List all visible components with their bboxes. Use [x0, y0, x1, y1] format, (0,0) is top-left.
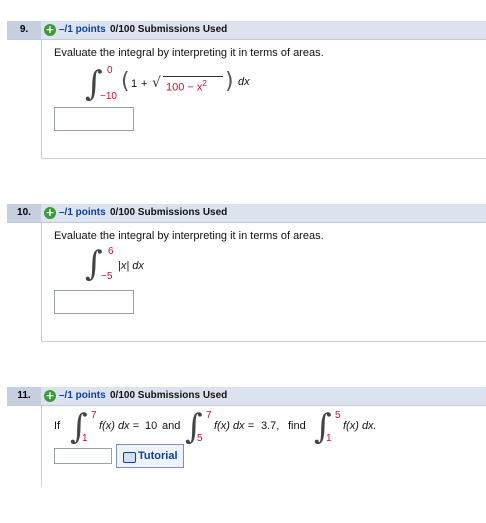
- answer-input[interactable]: [54, 290, 134, 314]
- question-prompt: Evaluate the integral by interpreting it…: [54, 47, 324, 59]
- expand-plus-icon[interactable]: +: [44, 24, 56, 36]
- left-paren: (: [121, 69, 130, 94]
- int3-upper-limit: 5: [335, 410, 341, 421]
- question-number: 10.: [7, 204, 41, 222]
- submissions-label: 0/100 Submissions Used: [110, 24, 228, 35]
- int2-value: 3.7,: [261, 420, 280, 432]
- int2-upper-limit: 7: [206, 410, 212, 421]
- question-9: 9. + –/1 points 0/100 Submissions Used E…: [7, 21, 486, 159]
- expand-plus-icon[interactable]: +: [44, 390, 56, 402]
- question-header: 10. + –/1 points 0/100 Submissions Used: [7, 204, 486, 223]
- question-body: If ∫ 7 1 f(x) dx = 10 and ∫ 7 5 f(x) dx …: [41, 406, 486, 487]
- plus-sign: +: [141, 78, 148, 90]
- question-11: 11. + –/1 points 0/100 Submissions Used …: [7, 387, 486, 487]
- int1-lower-limit: 1: [82, 433, 88, 444]
- expand-plus-icon[interactable]: +: [44, 207, 56, 219]
- and-label: and: [162, 420, 181, 432]
- int1-value: 10: [145, 420, 158, 432]
- submissions-label: 0/100 Submissions Used: [110, 390, 228, 401]
- answer-input[interactable]: [54, 107, 134, 131]
- find-label: find: [288, 420, 306, 432]
- integrand: |x| dx: [118, 260, 144, 272]
- upper-limit: 0: [107, 65, 113, 76]
- question-body: Evaluate the integral by interpreting it…: [41, 40, 486, 159]
- int1-body: f(x) dx =: [99, 420, 140, 432]
- answer-input[interactable]: [54, 448, 112, 464]
- question-header: 11. + –/1 points 0/100 Submissions Used: [7, 387, 486, 406]
- question-number: 11.: [7, 387, 41, 405]
- question-number: 9.: [7, 21, 41, 39]
- integrand-one: 1: [131, 78, 138, 90]
- question-body: Evaluate the integral by interpreting it…: [41, 223, 486, 342]
- if-label: If: [54, 420, 61, 432]
- int2-body: f(x) dx =: [214, 420, 255, 432]
- int2-lower-limit: 5: [197, 433, 203, 444]
- int3-body: f(x) dx.: [343, 420, 377, 432]
- points-label: –/1 points: [59, 390, 106, 401]
- radicand-exponent: 2: [202, 79, 207, 88]
- sqrt-overbar: [163, 76, 223, 77]
- tutorial-button[interactable]: Tutorial: [116, 444, 184, 468]
- radicand: 100 − x2: [166, 79, 207, 94]
- points-label: –/1 points: [59, 24, 106, 35]
- int3-lower-limit: 1: [326, 433, 332, 444]
- radicand-text: 100 − x: [166, 81, 203, 94]
- upper-limit: 6: [108, 246, 114, 257]
- question-10: 10. + –/1 points 0/100 Submissions Used …: [7, 204, 486, 342]
- lower-limit: −5: [101, 271, 113, 282]
- points-label: –/1 points: [59, 207, 106, 218]
- question-header: 9. + –/1 points 0/100 Submissions Used: [7, 21, 486, 40]
- int1-upper-limit: 7: [91, 410, 97, 421]
- sqrt-icon: √: [152, 75, 161, 91]
- right-paren: ): [225, 69, 234, 94]
- question-prompt: Evaluate the integral by interpreting it…: [54, 230, 324, 242]
- submissions-label: 0/100 Submissions Used: [110, 207, 228, 218]
- tutorial-label: Tutorial: [138, 450, 178, 462]
- tutorial-icon: [123, 452, 136, 463]
- lower-limit: −10: [100, 91, 117, 102]
- dx-label: dx: [238, 76, 250, 88]
